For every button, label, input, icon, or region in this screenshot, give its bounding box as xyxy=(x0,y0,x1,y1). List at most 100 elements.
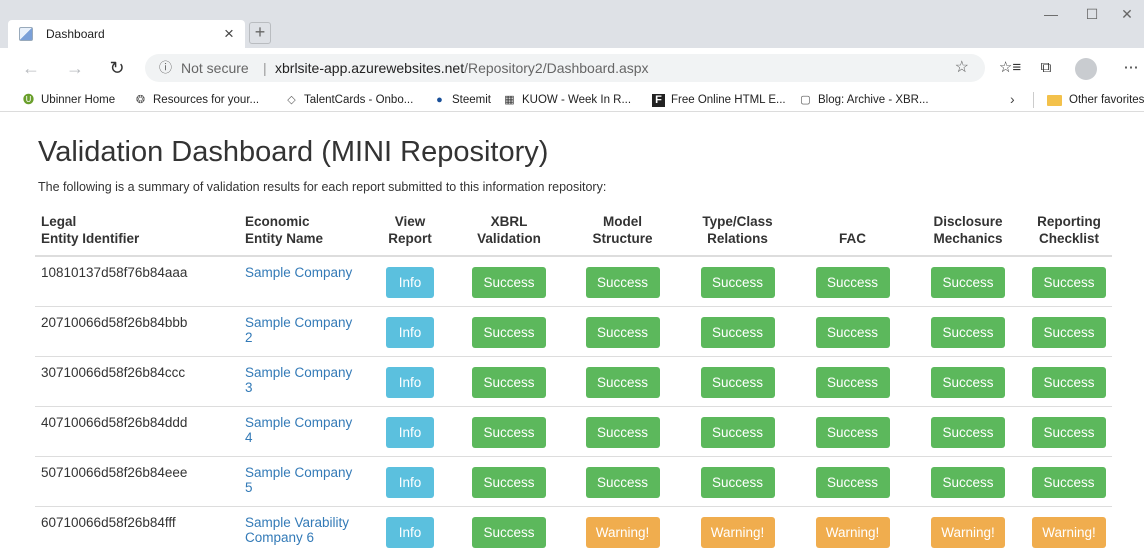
entity-id: 60710066d58f26b84fff xyxy=(41,515,176,530)
entity-name-cell: Sample Varability Company 6 xyxy=(239,507,367,556)
type-success-button[interactable]: Success xyxy=(701,267,775,298)
xbrl-success-button[interactable]: Success xyxy=(472,367,546,398)
checklist-cell: Success xyxy=(1026,357,1112,407)
checklist-success-button[interactable]: Success xyxy=(1032,267,1106,298)
fac-cell: Success xyxy=(795,307,910,357)
type-success-button[interactable]: Success xyxy=(701,317,775,348)
entity-name-link[interactable]: Sample Varability Company 6 xyxy=(245,515,349,545)
back-icon[interactable]: ← xyxy=(18,56,44,80)
table-header-row: LegalEntity Identifier EconomicEntity Na… xyxy=(35,207,1112,256)
header-disclosure-mechanics: DisclosureMechanics xyxy=(910,207,1026,256)
checklist-success-button[interactable]: Success xyxy=(1032,367,1106,398)
type-cell: Warning! xyxy=(680,507,795,556)
address-bar[interactable]: ⓘ Not secure | xbrlsite-app.azurewebsite… xyxy=(145,54,985,82)
favorite-star-icon[interactable]: ☆ xyxy=(955,54,969,82)
model-success-button[interactable]: Success xyxy=(586,417,660,448)
chevron-right-icon[interactable]: › xyxy=(1010,91,1015,107)
entity-id: 10810137d58f76b84aaa xyxy=(41,265,187,280)
disclosure-success-button[interactable]: Success xyxy=(931,317,1005,348)
fac-warning-button[interactable]: Warning! xyxy=(816,517,890,548)
profile-avatar[interactable] xyxy=(1075,58,1097,80)
forward-icon[interactable]: → xyxy=(62,56,88,80)
bookmark-resources[interactable]: ❂ Resources for your... xyxy=(134,91,259,109)
type-success-button[interactable]: Success xyxy=(701,417,775,448)
bookmark-steemit[interactable]: ● Steemit xyxy=(433,91,491,109)
favorites-list-icon[interactable]: ☆≡ xyxy=(997,56,1023,80)
disclosure-success-button[interactable]: Success xyxy=(931,467,1005,498)
disclosure-success-button[interactable]: Success xyxy=(931,417,1005,448)
entity-name-link[interactable]: Sample Company 5 xyxy=(245,465,352,495)
xbrl-success-button[interactable]: Success xyxy=(472,317,546,348)
model-cell: Success xyxy=(565,357,680,407)
fac-success-button[interactable]: Success xyxy=(816,367,890,398)
table-row: 30710066d58f26b84cccSample Company 3Info… xyxy=(35,357,1112,407)
info-button[interactable]: Info xyxy=(386,417,434,448)
browser-tab[interactable]: Dashboard × xyxy=(8,20,245,48)
entity-name-link[interactable]: Sample Company xyxy=(245,265,352,280)
new-tab-button[interactable]: + xyxy=(249,22,271,44)
resources-icon: ❂ xyxy=(134,94,147,107)
view-report-cell: Info xyxy=(367,407,453,457)
bookmark-label: TalentCards - Onbo... xyxy=(304,91,413,109)
checklist-warning-button[interactable]: Warning! xyxy=(1032,517,1106,548)
entity-name-link[interactable]: Sample Company 3 xyxy=(245,365,352,395)
collections-icon[interactable]: ⧉ xyxy=(1033,56,1059,80)
xbrl-success-button[interactable]: Success xyxy=(472,467,546,498)
info-button[interactable]: Info xyxy=(386,467,434,498)
checklist-cell: Success xyxy=(1026,307,1112,357)
disclosure-cell: Success xyxy=(910,357,1026,407)
xbrl-success-button[interactable]: Success xyxy=(472,267,546,298)
page-icon: ▢ xyxy=(799,94,812,107)
disclosure-warning-button[interactable]: Warning! xyxy=(931,517,1005,548)
xbrl-cell: Success xyxy=(453,357,565,407)
model-success-button[interactable]: Success xyxy=(586,317,660,348)
model-success-button[interactable]: Success xyxy=(586,467,660,498)
checklist-success-button[interactable]: Success xyxy=(1032,417,1106,448)
fac-success-button[interactable]: Success xyxy=(816,267,890,298)
type-success-button[interactable]: Success xyxy=(701,367,775,398)
refresh-icon[interactable]: ↻ xyxy=(104,56,130,80)
info-button[interactable]: Info xyxy=(386,367,434,398)
model-success-button[interactable]: Success xyxy=(586,367,660,398)
more-icon[interactable]: ⋯ xyxy=(1118,56,1144,80)
xbrl-success-button[interactable]: Success xyxy=(472,417,546,448)
bookmark-free-online-html[interactable]: F Free Online HTML E... xyxy=(652,91,786,109)
bookmark-blog-archive[interactable]: ▢ Blog: Archive - XBR... xyxy=(799,91,929,109)
bookmark-talentcards[interactable]: ◇ TalentCards - Onbo... xyxy=(285,91,413,109)
info-icon[interactable]: ⓘ xyxy=(159,54,172,82)
model-success-button[interactable]: Success xyxy=(586,267,660,298)
bookmark-other-favorites[interactable]: Other favorites xyxy=(1047,91,1144,109)
disclosure-success-button[interactable]: Success xyxy=(931,267,1005,298)
model-warning-button[interactable]: Warning! xyxy=(586,517,660,548)
checklist-success-button[interactable]: Success xyxy=(1032,317,1106,348)
minimize-icon[interactable]: — xyxy=(1034,6,1068,22)
info-button[interactable]: Info xyxy=(386,517,434,548)
maximize-icon[interactable]: ☐ xyxy=(1075,6,1109,23)
url-text: xbrlsite-app.azurewebsites.net/Repositor… xyxy=(275,54,649,82)
type-warning-button[interactable]: Warning! xyxy=(701,517,775,548)
model-cell: Success xyxy=(565,307,680,357)
type-success-button[interactable]: Success xyxy=(701,467,775,498)
fac-success-button[interactable]: Success xyxy=(816,467,890,498)
fac-success-button[interactable]: Success xyxy=(816,317,890,348)
entity-name-cell: Sample Company 2 xyxy=(239,307,367,357)
close-tab-icon[interactable]: × xyxy=(219,24,239,44)
header-model-structure: ModelStructure xyxy=(565,207,680,256)
entity-name-link[interactable]: Sample Company 4 xyxy=(245,415,352,445)
disclosure-cell: Success xyxy=(910,457,1026,507)
kuow-icon: ▦ xyxy=(503,94,516,107)
table-row: 60710066d58f26b84fff Sample Varability Co… xyxy=(35,507,1112,556)
checklist-cell: Success xyxy=(1026,256,1112,307)
entity-name-link[interactable]: Sample Company 2 xyxy=(245,315,352,345)
disclosure-success-button[interactable]: Success xyxy=(931,367,1005,398)
fac-cell: Warning! xyxy=(795,507,910,556)
info-button[interactable]: Info xyxy=(386,267,434,298)
info-button[interactable]: Info xyxy=(386,317,434,348)
fac-success-button[interactable]: Success xyxy=(816,417,890,448)
close-window-icon[interactable]: ✕ xyxy=(1110,6,1144,23)
checklist-success-button[interactable]: Success xyxy=(1032,467,1106,498)
table-row: 10810137d58f76b84aaa Sample Company Info Su… xyxy=(35,256,1112,307)
bookmark-ubinner-home[interactable]: 🅤 Ubinner Home xyxy=(22,91,115,109)
xbrl-success-button[interactable]: Success xyxy=(472,517,546,548)
bookmark-kuow[interactable]: ▦ KUOW - Week In R... xyxy=(503,91,631,109)
